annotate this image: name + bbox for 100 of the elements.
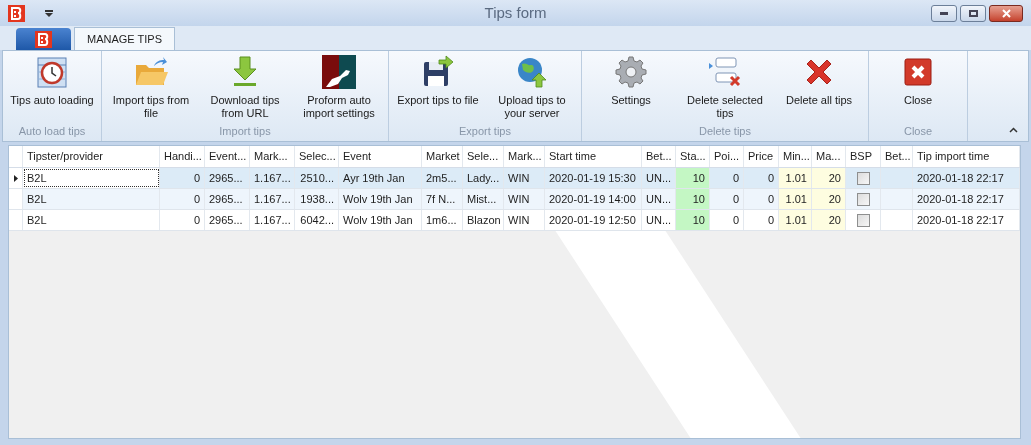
ribbon-button[interactable]: Tips auto loading [7,51,97,123]
ribbon-button[interactable]: Close [873,51,963,123]
application-menu-button[interactable] [16,28,71,50]
column-header[interactable]: Sta... [676,146,710,167]
calendar-clock-icon [35,55,69,89]
ribbon-button[interactable]: Delete selected tips [680,51,770,123]
column-header[interactable]: Selec... [295,146,339,167]
close-window-button[interactable] [989,4,1023,22]
table-cell: 20 [812,168,846,188]
app-logo-icon [8,4,25,22]
ribbon-group-label: Import tips [218,123,272,139]
ribbon-group-label: Close [902,123,934,139]
table-cell: B2L [23,210,160,230]
close-icon [901,55,935,89]
table-cell: 2020-01-19 12:50 [545,210,642,230]
column-header[interactable]: Event [339,146,422,167]
table-cell: 1.167... [250,168,295,188]
column-header[interactable]: Bet... [881,146,913,167]
table-cell: 2020-01-19 14:00 [545,189,642,209]
table-cell: Wolv 19th Jan [339,189,422,209]
table-cell: 20 [812,210,846,230]
maximize-button[interactable] [960,4,986,22]
collapse-ribbon-icon[interactable] [1009,127,1018,133]
table-cell: 0 [710,168,744,188]
column-header[interactable]: Price [744,146,779,167]
ribbon-button[interactable]: Upload tips to your server [487,51,577,123]
table-cell: WIN [504,210,545,230]
table-row[interactable]: B2L 0 2965... 1.167... 1938... Wolv 19th Jan 7f N... Mist... WIN 2020-01-19 14:00 UN... 10 0 0 1.01 20 2020-01-18 22:17 [9,189,1020,210]
table-cell: B2L [23,168,160,188]
table-cell: Mist... [463,189,504,209]
column-header[interactable]: Ma... [812,146,846,167]
table-cell: 10 [676,168,710,188]
column-header[interactable]: Mark... [250,146,295,167]
column-header[interactable]: Tipster/provider [23,146,160,167]
table-cell: 20 [812,189,846,209]
ribbon-button[interactable]: Download tips from URL [200,51,290,123]
table-cell: 10 [676,189,710,209]
delete-rows-icon [708,55,742,89]
table-cell: Ayr 19th Jan [339,168,422,188]
column-header[interactable]: Poi... [710,146,744,167]
table-cell: 2965... [205,189,250,209]
ribbon-tab[interactable]: MANAGE TIPS [74,27,175,50]
column-header[interactable]: Event... [205,146,250,167]
table-cell: 0 [160,210,205,230]
column-header[interactable]: Handi... [160,146,205,167]
ribbon-group-label: Auto load tips [17,123,87,139]
column-header[interactable]: BSP [846,146,881,167]
ribbon-button[interactable]: Settings [586,51,676,123]
column-header[interactable]: Start time [545,146,642,167]
bsp-checkbox[interactable] [856,192,870,206]
table-cell: 1.01 [779,189,812,209]
column-header[interactable]: Tip import time [913,146,1020,167]
table-cell: 7f N... [422,189,463,209]
ribbon-group-label: Export tips [458,123,512,139]
column-header[interactable]: Min... [779,146,812,167]
table-cell: 1.01 [779,210,812,230]
bsp-checkbox[interactable] [856,213,870,227]
ribbon-group-label: Delete tips [698,123,752,139]
close-icon [1001,8,1011,18]
table-row[interactable]: B2L 0 2965... 1.167... 6042... Wolv 19th Jan 1m6... Blazon WIN 2020-01-19 12:50 UN... 10 0 0 1.01 20 2020-01-18 22:17 [9,210,1020,231]
column-header[interactable]: Mark... [504,146,545,167]
table-cell: 2020-01-18 22:17 [913,210,1020,230]
ribbon-button[interactable]: Import tips from file [106,51,196,123]
table-cell: 2510... [295,168,339,188]
table-cell: 0 [710,210,744,230]
table-cell: Blazon [463,210,504,230]
table-cell: Lady... [463,168,504,188]
ribbon-button[interactable]: Proform auto import settings [294,51,384,123]
column-header[interactable]: Market [422,146,463,167]
gear-icon [614,55,648,89]
save-export-icon [421,55,455,89]
table-cell: WIN [504,189,545,209]
table-cell: 2020-01-18 22:17 [913,168,1020,188]
minimize-button[interactable] [931,4,957,22]
window-title: Tips form [484,2,547,23]
app-logo-icon [35,30,52,48]
bsp-checkbox[interactable] [856,171,870,185]
row-indicator-icon [13,174,18,182]
table-cell: 2020-01-19 15:30 [545,168,642,188]
table-cell: 2965... [205,210,250,230]
table-cell: 0 [710,189,744,209]
table-cell: Wolv 19th Jan [339,210,422,230]
column-header[interactable]: Bet... [642,146,676,167]
column-header[interactable]: Sele... [463,146,504,167]
table-cell: B2L [23,189,160,209]
row-header[interactable] [9,168,23,188]
quick-access-menu-icon[interactable] [45,10,53,16]
ribbon-button[interactable]: Delete all tips [774,51,864,123]
table-cell: 10 [676,210,710,230]
table-row[interactable]: B2L 0 2965... 1.167... 2510... Ayr 19th Jan 2m5... Lady... WIN 2020-01-19 15:30 UN... 10 0 0 1.01 20 2020-01-18 22:17 [9,168,1020,189]
table-cell: 1.167... [250,189,295,209]
table-cell: 2965... [205,168,250,188]
table-cell: 2m5... [422,168,463,188]
globe-upload-icon [515,55,549,89]
table-cell: 1.167... [250,210,295,230]
ribbon-button[interactable]: Export tips to file [393,51,483,123]
table-cell: 1938... [295,189,339,209]
table-cell: 2020-01-18 22:17 [913,189,1020,209]
table-cell: 0 [160,189,205,209]
table-cell: 1m6... [422,210,463,230]
